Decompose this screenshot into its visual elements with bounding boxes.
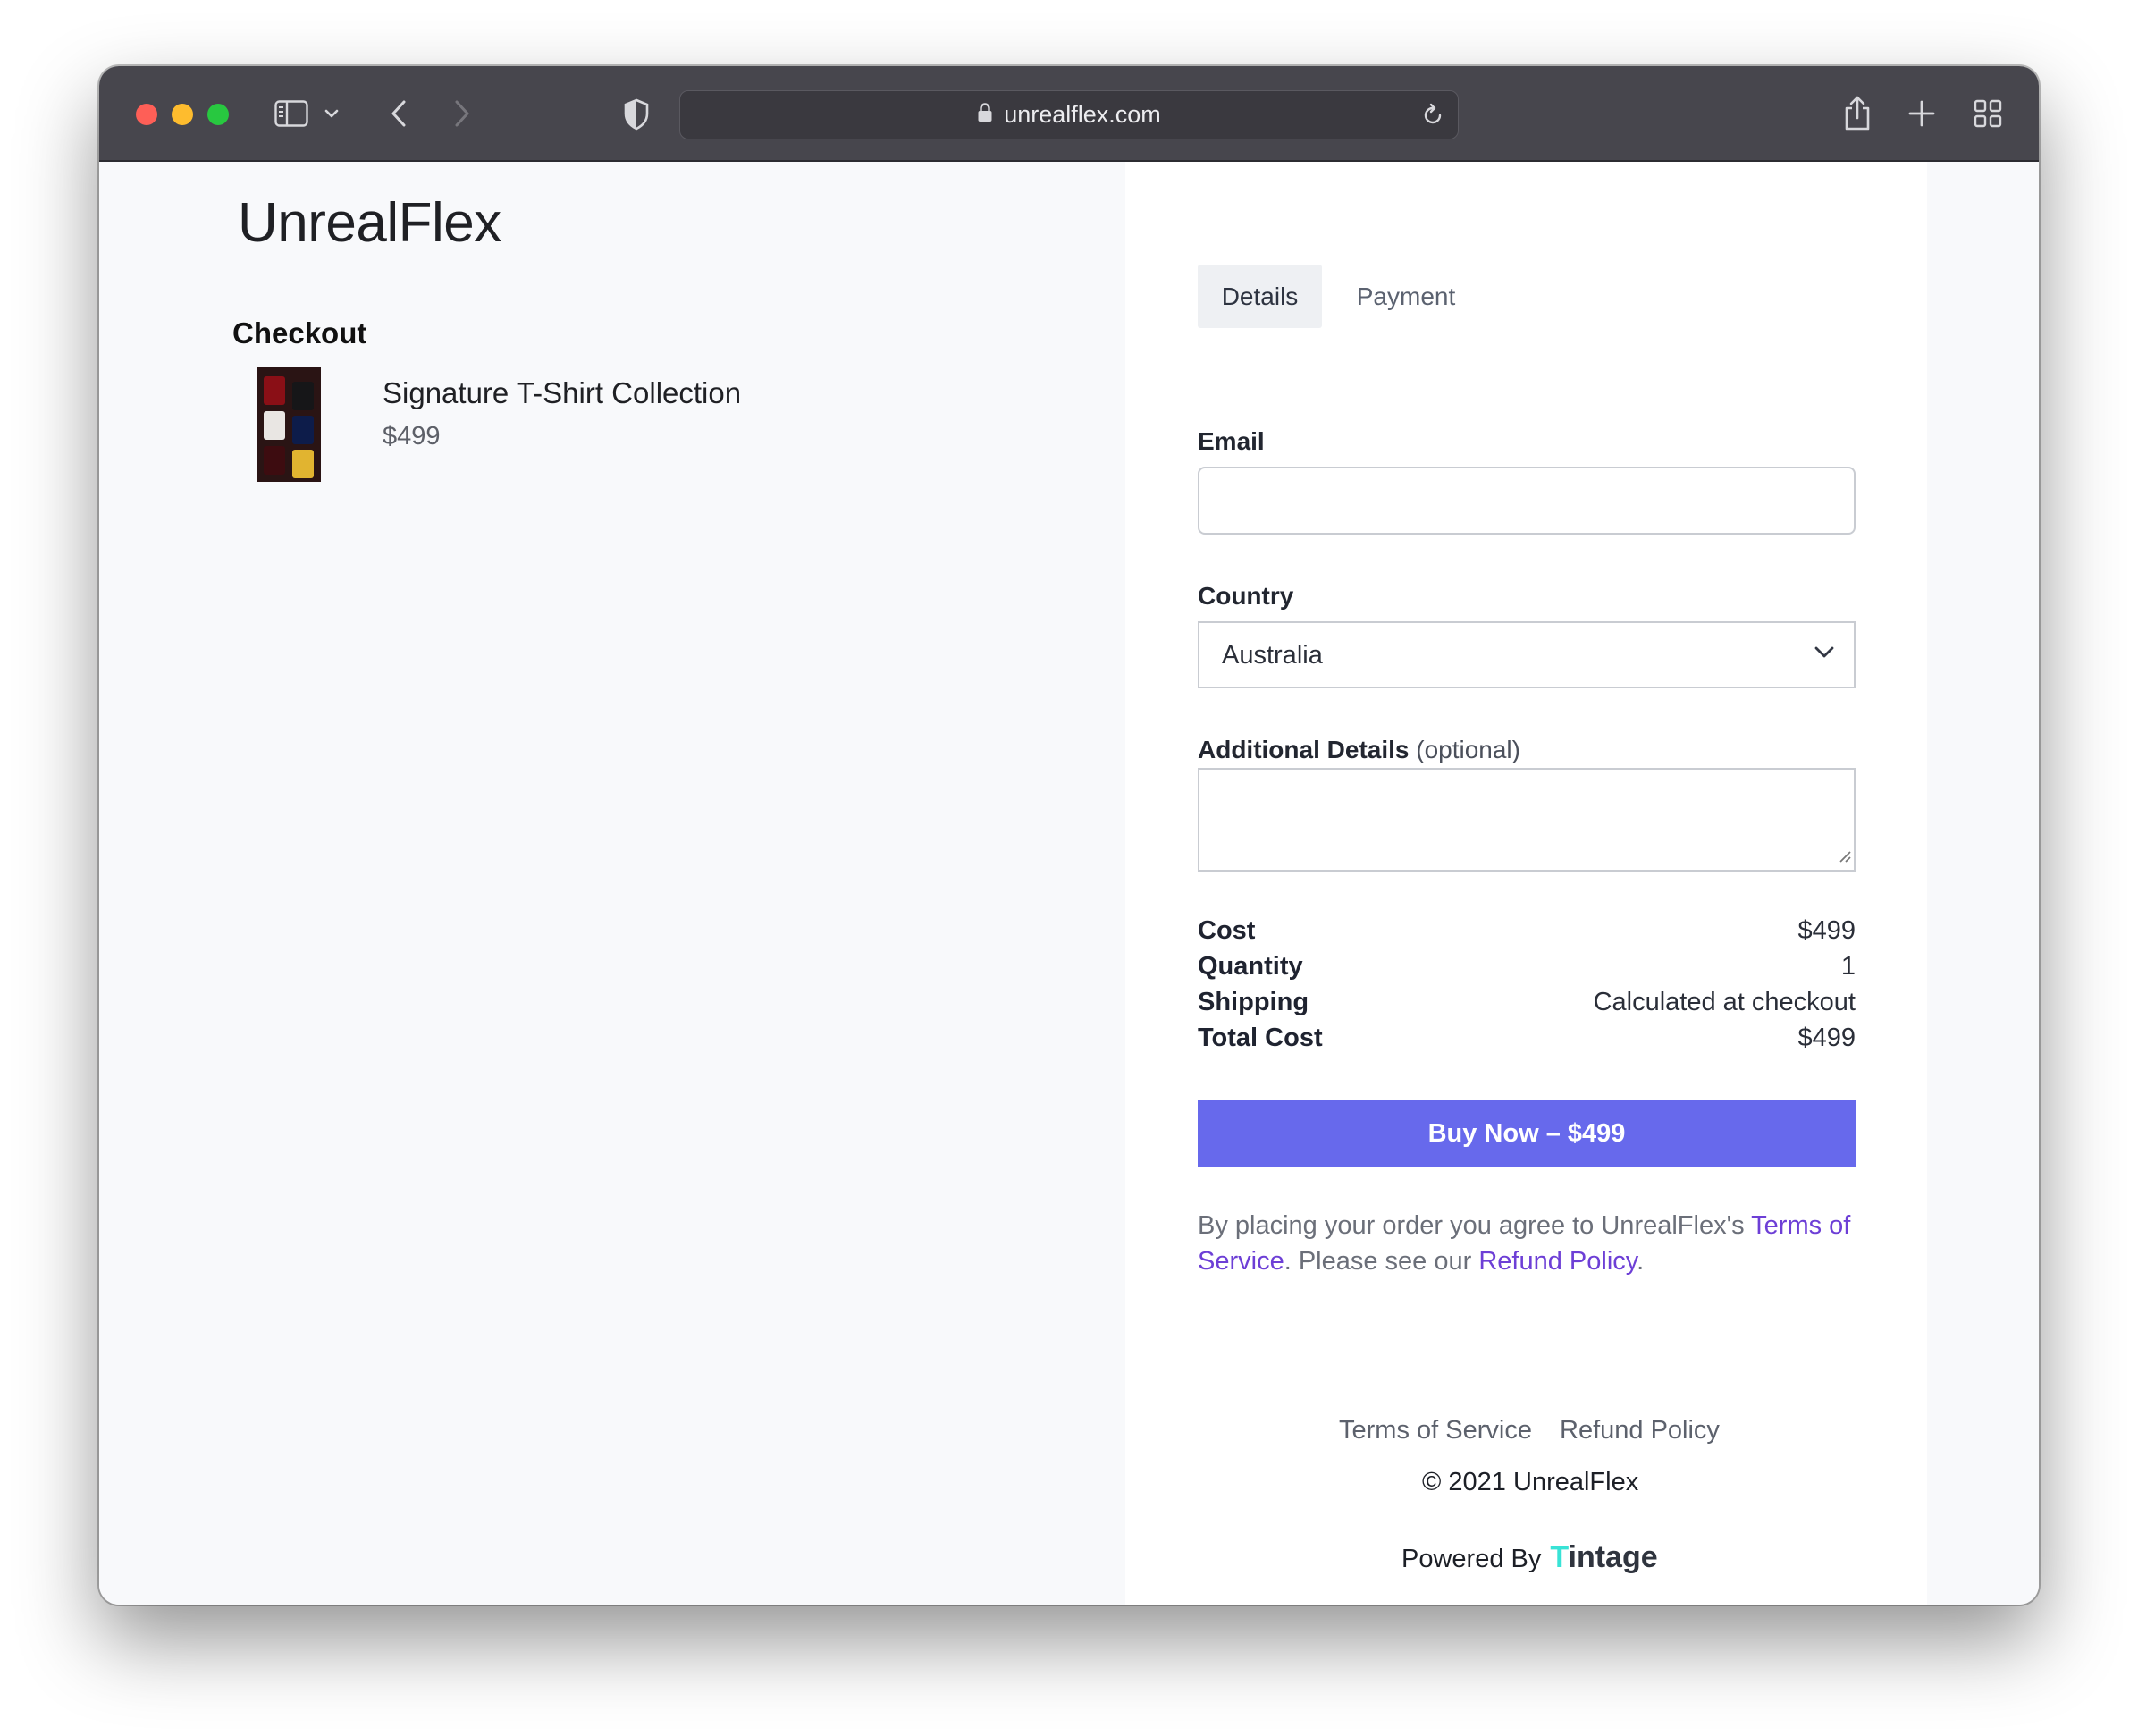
- minimize-window-button[interactable]: [172, 104, 193, 125]
- product-price: $499: [383, 422, 441, 451]
- summary-value: Calculated at checkout: [1593, 988, 1856, 1016]
- summary-label: Shipping: [1198, 988, 1309, 1016]
- summary-row-shipping: Shipping Calculated at checkout: [1198, 988, 1856, 1024]
- summary-row-cost: Cost $499: [1198, 916, 1856, 952]
- powered-by: Powered By Tintage: [1401, 1540, 1658, 1575]
- close-window-button[interactable]: [136, 104, 157, 125]
- summary-value: $499: [1797, 916, 1856, 945]
- chevron-down-icon: [1814, 646, 1834, 663]
- summary-label: Total Cost: [1198, 1024, 1323, 1052]
- provider-logo[interactable]: Tintage: [1550, 1540, 1657, 1575]
- optional-hint: (optional): [1416, 736, 1520, 763]
- summary-label: Quantity: [1198, 952, 1303, 981]
- agreement-suffix: .: [1637, 1247, 1645, 1276]
- agreement-prefix: By placing your order you agree to Unrea…: [1198, 1211, 1752, 1240]
- chevron-down-icon[interactable]: [324, 109, 339, 118]
- sidebar-icon[interactable]: [274, 100, 308, 127]
- tab-overview-icon[interactable]: [1974, 99, 2002, 128]
- country-selected-value: Australia: [1222, 641, 1323, 670]
- refund-policy-link[interactable]: Refund Policy: [1478, 1247, 1637, 1276]
- browser-toolbar: unrealflex.com: [99, 66, 2039, 162]
- store-brand[interactable]: UnrealFlex: [238, 191, 501, 255]
- summary-value: 1: [1840, 952, 1856, 981]
- summary-row-quantity: Quantity 1: [1198, 952, 1856, 988]
- checkout-form-panel: [1125, 162, 1927, 1605]
- privacy-shield-icon[interactable]: [623, 98, 650, 131]
- additional-details-textarea[interactable]: [1198, 768, 1856, 872]
- powered-by-text: Powered By: [1401, 1545, 1542, 1573]
- provider-logo-initial: T: [1550, 1540, 1569, 1574]
- copyright-text: © 2021 UnrealFlex: [1422, 1468, 1639, 1496]
- back-icon[interactable]: [390, 99, 408, 128]
- share-icon[interactable]: [1842, 95, 1873, 132]
- summary-value: $499: [1797, 1024, 1856, 1052]
- country-select[interactable]: Australia: [1198, 621, 1856, 688]
- summary-row-total: Total Cost $499: [1198, 1024, 1856, 1059]
- new-tab-icon[interactable]: [1908, 100, 1935, 127]
- resize-handle-icon[interactable]: [1837, 848, 1851, 867]
- url-text: unrealflex.com: [1004, 101, 1161, 128]
- product-name: Signature T-Shirt Collection: [383, 376, 742, 409]
- order-agreement-text: By placing your order you agree to Unrea…: [1198, 1208, 1859, 1279]
- email-field[interactable]: [1198, 467, 1856, 535]
- address-bar[interactable]: unrealflex.com: [679, 90, 1459, 139]
- provider-logo-rest: intage: [1568, 1540, 1658, 1574]
- forward-icon[interactable]: [453, 99, 471, 128]
- email-label: Email: [1198, 427, 1265, 455]
- footer-refund-link[interactable]: Refund Policy: [1560, 1416, 1720, 1445]
- tab-payment[interactable]: Payment: [1343, 265, 1469, 328]
- page-content: UnrealFlex Checkout Signature T-Shirt Co…: [99, 162, 2039, 1605]
- summary-label: Cost: [1198, 916, 1256, 945]
- buy-now-button[interactable]: Buy Now – $499: [1198, 1100, 1856, 1167]
- product-image: [257, 367, 321, 482]
- lock-icon: [977, 102, 993, 128]
- agreement-middle: . Please see our: [1284, 1247, 1479, 1276]
- reload-icon[interactable]: [1420, 103, 1445, 132]
- additional-details-label: Additional Details (optional): [1198, 736, 1520, 764]
- country-label: Country: [1198, 582, 1294, 610]
- zoom-window-button[interactable]: [207, 104, 229, 125]
- footer-terms-link[interactable]: Terms of Service: [1339, 1416, 1532, 1445]
- tab-details[interactable]: Details: [1198, 265, 1322, 328]
- browser-window: unrealflex.com UnrealFlex Checkout Signa…: [99, 66, 2039, 1605]
- additional-details-label-text: Additional Details: [1198, 736, 1410, 763]
- checkout-heading: Checkout: [232, 316, 367, 350]
